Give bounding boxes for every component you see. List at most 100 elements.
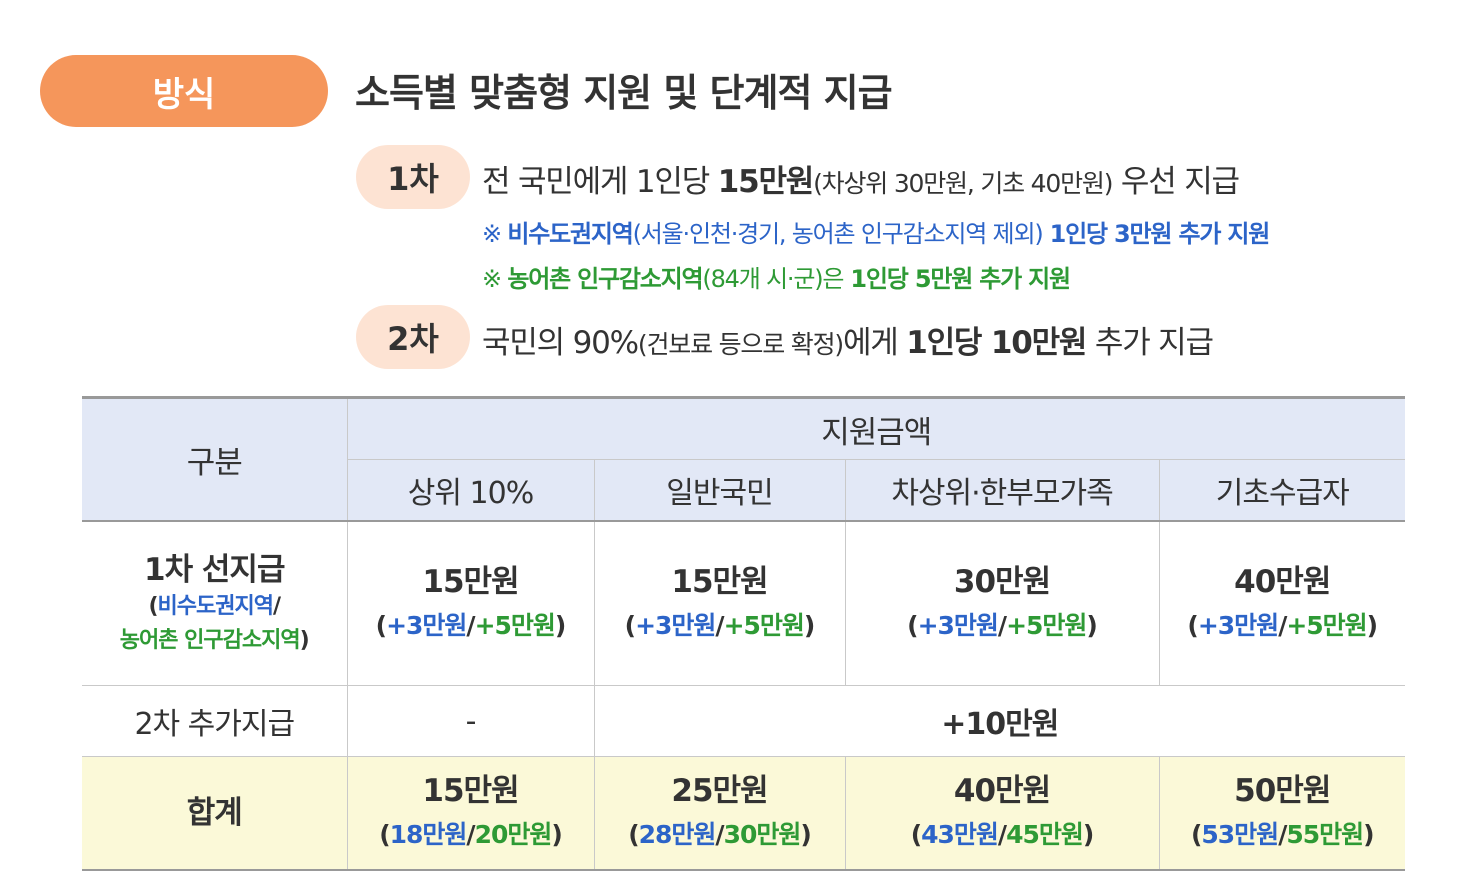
paren-close: ) xyxy=(803,610,815,640)
note1-paren: (서울·인천·경기, 농어촌 인구감소지역 제외) xyxy=(632,220,1044,248)
step1-pre: 전 국민에게 1인당 xyxy=(482,164,718,200)
step2-badge: 2차 xyxy=(356,305,470,369)
header-support-amount: 지원금액 xyxy=(346,396,1406,460)
step2-pre: 국민의 90% xyxy=(482,325,639,361)
paren-open: ( xyxy=(907,610,918,640)
green-value: 55만원 xyxy=(1286,820,1364,849)
row3-c0-sub: (18만원/20만원) xyxy=(348,813,594,857)
step1-badge: 1차 xyxy=(356,145,470,209)
step2-bold: 1인당 10만원 xyxy=(906,325,1087,361)
slash: / xyxy=(997,820,1007,849)
note2-mark: ※ xyxy=(482,265,508,293)
table-header-row: 구분 지원금액 xyxy=(82,396,1406,522)
row1-label: 1차 선지급 (비수도권지역/ 농어촌 인구감소지역) xyxy=(82,521,348,686)
row1-cell: 15만원 (+3만원/+5만원) xyxy=(346,521,595,686)
blue-value: 43만원 xyxy=(921,820,999,849)
row1-c2-main: 30만원 xyxy=(953,563,1051,600)
step1-post: 우선 지급 xyxy=(1112,164,1240,200)
step2-post: 추가 지급 xyxy=(1086,325,1214,361)
note-non-capital: ※ 비수도권지역(서울·인천·경기, 농어촌 인구감소지역 제외) 1인당 3만… xyxy=(482,214,1271,249)
blue-value: +3만원 xyxy=(635,610,716,640)
step1-bold: 15만원 xyxy=(717,164,815,200)
row3-cell: 25만원 (28만원/30만원) xyxy=(593,756,846,871)
blue-value: 53만원 xyxy=(1201,820,1279,849)
blue-value: +3만원 xyxy=(386,610,467,640)
row1-c3-sub: (+3만원/+5만원) xyxy=(1160,604,1406,648)
green-value: +5만원 xyxy=(723,610,805,640)
row1-blue: 비수도권지역 xyxy=(157,593,274,619)
row2-first: - xyxy=(346,685,595,757)
header-col-basic: 기초수급자 xyxy=(1158,459,1406,522)
table-row: 2차 추가지급 - +10만원 xyxy=(82,685,1406,757)
note2-paren: (84개 시·군)은 xyxy=(702,265,844,293)
green-value: 30만원 xyxy=(723,820,802,849)
row3-c1-sub: (28만원/30만원) xyxy=(595,813,845,857)
header-col-general: 일반국민 xyxy=(593,459,846,522)
paren-open: ( xyxy=(624,610,636,640)
step2-text: 국민의 90%(건보료 등으로 확정)에게 1인당 10만원 추가 지급 xyxy=(482,317,1214,362)
row1-cell: 15만원 (+3만원/+5만원) xyxy=(593,521,846,686)
row1-c0-main: 15만원 xyxy=(422,563,519,600)
row1-c3-main: 40만원 xyxy=(1234,563,1331,600)
green-value: +5만원 xyxy=(1286,610,1367,640)
slash: / xyxy=(715,610,724,640)
paren-open: ( xyxy=(628,820,639,849)
support-amount-table: 구분 지원금액 상위 10% 일반국민 차상위·한부모가족 기초수급자 1차 선… xyxy=(82,396,1406,871)
row1-c1-sub: (+3만원/+5만원) xyxy=(595,604,845,648)
row3-c2-sub: (43만원/45만원) xyxy=(846,813,1159,857)
slash: / xyxy=(715,820,724,849)
note1-bold2: 1인당 3만원 추가 지원 xyxy=(1042,220,1271,248)
step2-mid: 에게 xyxy=(842,325,907,361)
row3-cell: 50만원 (53만원/55만원) xyxy=(1158,756,1406,871)
paren-close: ) xyxy=(1363,820,1374,849)
paren-close: ) xyxy=(1366,610,1378,640)
row2-merged: +10만원 xyxy=(593,685,1406,757)
paren-close: ) xyxy=(800,820,811,849)
row3-c0-main: 15만원 xyxy=(422,773,519,809)
row1-green: 농어촌 인구감소지역 xyxy=(119,627,301,653)
note2-bold2: 1인당 5만원 추가 지원 xyxy=(843,265,1071,293)
note2-bold1: 농어촌 인구감소지역 xyxy=(507,265,703,293)
row1-cell: 30만원 (+3만원/+5만원) xyxy=(844,521,1160,686)
paren-close: ) xyxy=(554,610,566,640)
row3-c3-main: 50만원 xyxy=(1234,773,1331,809)
header-col-near-poor: 차상위·한부모가족 xyxy=(844,459,1160,522)
row3-cell: 15만원 (18만원/20만원) xyxy=(346,756,595,871)
note1-bold1: 비수도권지역 xyxy=(507,220,633,248)
row1-slash: / xyxy=(272,593,281,619)
note-rural: ※ 농어촌 인구감소지역(84개 시·군)은 1인당 5만원 추가 지원 xyxy=(482,259,1071,294)
step1-text: 전 국민에게 1인당 15만원(차상위 30만원, 기초 40만원) 우선 지급 xyxy=(482,156,1240,201)
slash: / xyxy=(997,610,1007,640)
paren-open: ( xyxy=(910,820,922,849)
green-value: 20만원 xyxy=(474,820,553,849)
row3-c3-sub: (53만원/55만원) xyxy=(1160,813,1406,857)
method-badge: 방식 xyxy=(40,55,328,127)
row1-c1-main: 15만원 xyxy=(671,563,768,600)
row3-label-text: 합계 xyxy=(186,795,243,831)
header-category: 구분 xyxy=(82,396,348,522)
row1-cell: 40만원 (+3만원/+5만원) xyxy=(1158,521,1406,686)
paren-open: ( xyxy=(1187,610,1198,640)
row1-close: ) xyxy=(299,627,310,653)
paren-close: ) xyxy=(551,820,562,849)
table-row: 합계 15만원 (18만원/20만원) 25만원 (28만원/30만원) 40만… xyxy=(82,756,1406,871)
row1-label-sub2: 농어촌 인구감소지역) xyxy=(82,624,347,658)
green-value: 45만원 xyxy=(1006,820,1084,849)
header-col-top10: 상위 10% xyxy=(347,459,595,522)
table-row: 1차 선지급 (비수도권지역/ 농어촌 인구감소지역) 15만원 (+3만원/+… xyxy=(82,521,1406,686)
row1-label-main: 1차 선지급 xyxy=(144,551,285,588)
paren-open: ( xyxy=(1190,820,1202,849)
blue-value: 18만원 xyxy=(389,820,468,849)
row1-c2-sub: (+3만원/+5만원) xyxy=(846,604,1159,648)
paren-open: ( xyxy=(375,610,387,640)
row3-cell: 40만원 (43만원/45만원) xyxy=(844,756,1160,871)
paren-open: ( xyxy=(379,820,390,849)
row1-c0-sub: (+3만원/+5만원) xyxy=(348,604,594,648)
note1-mark: ※ xyxy=(482,220,508,248)
green-value: +5만원 xyxy=(1006,610,1087,640)
row2-label: 2차 추가지급 xyxy=(82,685,348,757)
green-value: +5만원 xyxy=(474,610,556,640)
row3-c1-main: 25만원 xyxy=(671,773,768,809)
step1-paren: (차상위 30만원, 기초 40만원) xyxy=(813,169,1113,198)
row1-label-sub1: (비수도권지역/ xyxy=(82,590,347,624)
